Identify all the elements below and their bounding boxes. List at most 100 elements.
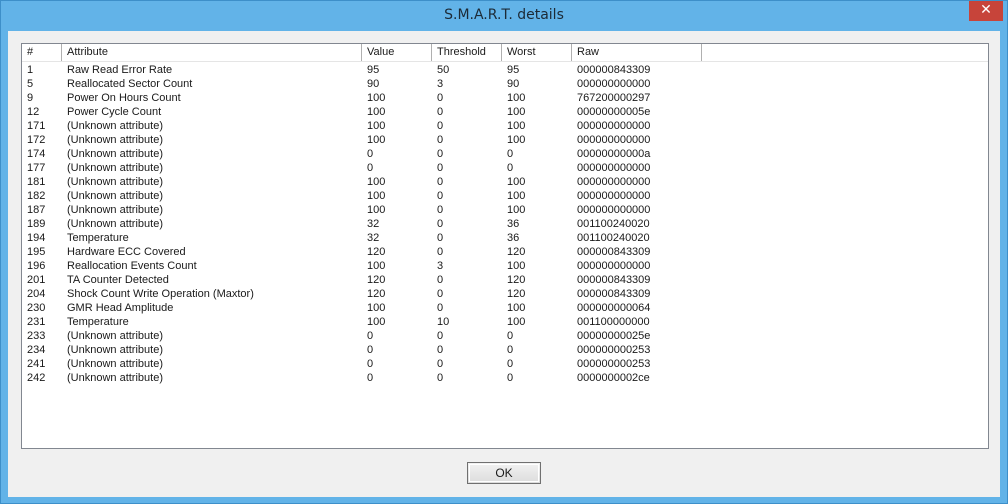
table-row[interactable]: 182 (Unknown attribute) 100 0 100 00000000000…: [22, 189, 988, 203]
table-row[interactable]: 196 Reallocation Events Count 100 3 100 00000…: [22, 259, 988, 273]
smart-attributes-table[interactable]: # Attribute Value Threshold Worst Raw 1 R…: [21, 43, 989, 449]
cell-raw: 000000000000: [577, 134, 651, 146]
window-title: S.M.A.R.T. details: [444, 7, 564, 23]
cell-raw: 001100240020: [577, 232, 650, 244]
cell-threshold: 0: [437, 204, 444, 216]
table-row[interactable]: 172 (Unknown attribute) 100 0 100 00000000000…: [22, 133, 988, 147]
table-row[interactable]: 171 (Unknown attribute) 100 0 100 00000000000…: [22, 119, 988, 133]
cell-raw: 00000000025e: [577, 330, 651, 342]
cell-attribute: (Unknown attribute): [67, 358, 163, 370]
column-header-raw[interactable]: Raw: [572, 44, 702, 61]
cell-number: 234: [27, 344, 46, 356]
cell-number: 181: [27, 176, 46, 188]
cell-worst: 120: [507, 288, 526, 300]
cell-threshold: 10: [437, 316, 450, 328]
cell-number: 1: [27, 64, 34, 76]
column-header-threshold[interactable]: Threshold: [432, 44, 502, 61]
column-header-number[interactable]: #: [22, 44, 62, 61]
column-header-attribute[interactable]: Attribute: [62, 44, 362, 61]
cell-raw: 000000000000: [577, 260, 651, 272]
cell-threshold: 50: [437, 64, 450, 76]
table-row[interactable]: 9 Power On Hours Count 100 0 100 767200000297: [22, 91, 988, 105]
cell-attribute: GMR Head Amplitude: [67, 302, 174, 314]
cell-number: 177: [27, 162, 46, 174]
cell-threshold: 0: [437, 288, 444, 300]
column-header-worst[interactable]: Worst: [502, 44, 572, 61]
cell-raw: 000000000000: [577, 190, 651, 202]
table-row[interactable]: 234 (Unknown attribute) 0 0 0 000000000253: [22, 343, 988, 357]
dialog-client-area: # Attribute Value Threshold Worst Raw 1 R…: [8, 31, 1000, 497]
cell-worst: 100: [507, 92, 526, 104]
ok-button[interactable]: OK: [467, 462, 541, 484]
cell-threshold: 0: [437, 302, 444, 314]
cell-attribute: Reallocation Events Count: [67, 260, 197, 272]
cell-raw: 000000000253: [577, 344, 651, 356]
cell-worst: 100: [507, 190, 526, 202]
cell-number: 241: [27, 358, 46, 370]
cell-attribute: (Unknown attribute): [67, 176, 163, 188]
cell-number: 172: [27, 134, 46, 146]
cell-value: 100: [367, 134, 386, 146]
table-row[interactable]: 12 Power Cycle Count 100 0 100 00000000005e: [22, 105, 988, 119]
cell-number: 194: [27, 232, 46, 244]
cell-threshold: 0: [437, 246, 444, 258]
cell-threshold: 0: [437, 358, 444, 370]
cell-threshold: 0: [437, 330, 444, 342]
cell-attribute: Shock Count Write Operation (Maxtor): [67, 288, 254, 300]
cell-value: 32: [367, 218, 380, 230]
cell-number: 5: [27, 78, 34, 90]
cell-number: 230: [27, 302, 46, 314]
table-row[interactable]: 201 TA Counter Detected 120 0 120 00000084330…: [22, 273, 988, 287]
cell-attribute: TA Counter Detected: [67, 274, 169, 286]
table-row[interactable]: 187 (Unknown attribute) 100 0 100 00000000000…: [22, 203, 988, 217]
table-row[interactable]: 241 (Unknown attribute) 0 0 0 000000000253: [22, 357, 988, 371]
cell-worst: 0: [507, 162, 514, 174]
cell-number: 204: [27, 288, 46, 300]
cell-value: 100: [367, 120, 386, 132]
cell-number: 182: [27, 190, 46, 202]
close-button[interactable]: ✕: [969, 1, 1003, 21]
cell-value: 90: [367, 78, 380, 90]
cell-value: 120: [367, 288, 386, 300]
cell-raw: 000000000000: [577, 120, 651, 132]
cell-worst: 0: [507, 358, 514, 370]
cell-worst: 100: [507, 176, 526, 188]
ok-button-label: OK: [495, 466, 513, 480]
cell-value: 100: [367, 92, 386, 104]
cell-raw: 00000000000a: [577, 148, 651, 160]
cell-attribute: (Unknown attribute): [67, 204, 163, 216]
cell-raw: 000000843309: [577, 288, 651, 300]
table-row[interactable]: 5 Reallocated Sector Count 90 3 90 0000000000…: [22, 77, 988, 91]
cell-worst: 36: [507, 218, 520, 230]
table-row[interactable]: 181 (Unknown attribute) 100 0 100 00000000000…: [22, 175, 988, 189]
cell-value: 100: [367, 176, 386, 188]
table-row[interactable]: 230 GMR Head Amplitude 100 0 100 000000000064: [22, 301, 988, 315]
table-row[interactable]: 1 Raw Read Error Rate 95 50 95 000000843309: [22, 63, 988, 77]
cell-attribute: Hardware ECC Covered: [67, 246, 186, 258]
cell-attribute: Reallocated Sector Count: [67, 78, 193, 90]
cell-worst: 100: [507, 204, 526, 216]
cell-value: 0: [367, 148, 374, 160]
title-bar[interactable]: S.M.A.R.T. details ✕: [1, 1, 1007, 31]
cell-threshold: 0: [437, 134, 444, 146]
cell-raw: 000000000064: [577, 302, 651, 314]
column-header-value[interactable]: Value: [362, 44, 432, 61]
cell-attribute: Power On Hours Count: [67, 92, 181, 104]
cell-worst: 95: [507, 64, 520, 76]
cell-number: 196: [27, 260, 46, 272]
table-row[interactable]: 242 (Unknown attribute) 0 0 0 0000000002ce: [22, 371, 988, 385]
cell-attribute: (Unknown attribute): [67, 162, 163, 174]
table-row[interactable]: 204 Shock Count Write Operation (Maxtor) 1…: [22, 287, 988, 301]
table-row[interactable]: 231 Temperature 100 10 100 001100000000: [22, 315, 988, 329]
cell-number: 187: [27, 204, 46, 216]
table-row[interactable]: 189 (Unknown attribute) 32 0 36 001100240020: [22, 217, 988, 231]
cell-worst: 100: [507, 106, 526, 118]
table-row[interactable]: 174 (Unknown attribute) 0 0 0 00000000000a: [22, 147, 988, 161]
cell-worst: 90: [507, 78, 520, 90]
cell-raw: 000000000000: [577, 78, 651, 90]
table-row[interactable]: 194 Temperature 32 0 36 001100240020: [22, 231, 988, 245]
table-row[interactable]: 195 Hardware ECC Covered 120 0 120 0000008433…: [22, 245, 988, 259]
table-row[interactable]: 233 (Unknown attribute) 0 0 0 00000000025e: [22, 329, 988, 343]
cell-raw: 001100000000: [577, 316, 650, 328]
table-row[interactable]: 177 (Unknown attribute) 0 0 0 000000000000: [22, 161, 988, 175]
